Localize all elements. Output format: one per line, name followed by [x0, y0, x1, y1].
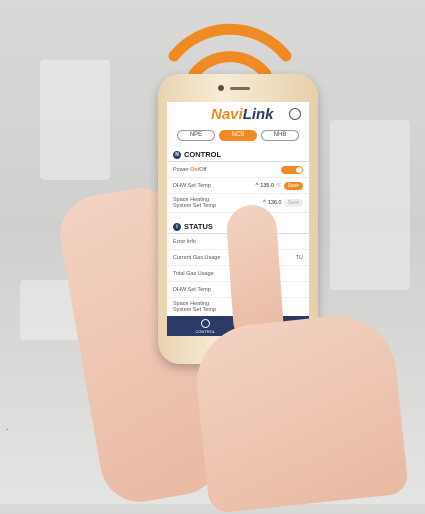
status-label: Total Gas Usage: [173, 270, 214, 277]
space-value: 136.0: [267, 200, 282, 206]
gauge-icon[interactable]: [289, 108, 301, 120]
dhw-row: DHW Set Temp ^ 135.0 °F Save: [167, 178, 309, 194]
dhw-value: 135.0: [260, 182, 275, 189]
speaker-icon: [230, 87, 250, 90]
space-heating-label: Space Heating System Set Temp: [173, 197, 216, 209]
power-toggle[interactable]: [281, 165, 303, 174]
control-section-header: N CONTROL: [167, 146, 309, 162]
bg-shape: [330, 120, 410, 290]
camera-icon: [218, 85, 224, 91]
chevron-up-icon[interactable]: ^: [263, 200, 266, 206]
power-off-text: Off: [199, 166, 207, 173]
control-nav-icon: [200, 318, 210, 328]
status-label: Current Gas Usage: [173, 254, 221, 261]
dhw-unit: °F: [276, 182, 282, 189]
control-icon: N: [173, 150, 181, 159]
navilink-logo: NaviLink: [211, 106, 274, 123]
status-unit: TU: [295, 254, 303, 261]
app-header: NaviLink: [167, 102, 309, 132]
status-label: Error Info: [173, 238, 196, 245]
bg-shape: [40, 60, 110, 180]
power-row: Power On/Off: [167, 162, 309, 178]
control-title: CONTROL: [184, 150, 222, 159]
dhw-save-button[interactable]: Save: [283, 181, 303, 190]
chevron-up-icon[interactable]: ^: [255, 183, 258, 189]
logo-navi-text: Navi: [211, 106, 243, 123]
nav-control[interactable]: CONTROL: [195, 318, 215, 334]
space-value-group: ^ 136.0 Save: [263, 199, 303, 207]
info-icon: i: [173, 222, 181, 231]
stray-dot: .: [6, 423, 9, 432]
power-on-text: On: [190, 166, 198, 173]
status-system-set-temp-text: System Set Temp: [173, 307, 216, 313]
dhw-label: DHW Set Temp: [173, 182, 211, 189]
power-label: Power On/Off: [173, 166, 207, 173]
status-title: STATUS: [184, 222, 213, 231]
space-save-button[interactable]: Save: [283, 199, 303, 207]
power-text: Power: [173, 166, 189, 173]
right-hand: [190, 310, 410, 514]
logo-link-text: Link: [242, 106, 274, 123]
dhw-value-group: ^ 135.0 °F Save: [255, 181, 303, 190]
nav-control-label: CONTROL: [195, 328, 215, 334]
status-label: DHW Set Temp: [173, 286, 211, 293]
status-label: Space Heating System Set Temp: [173, 301, 216, 313]
system-set-temp-text: System Set Temp: [173, 203, 216, 209]
